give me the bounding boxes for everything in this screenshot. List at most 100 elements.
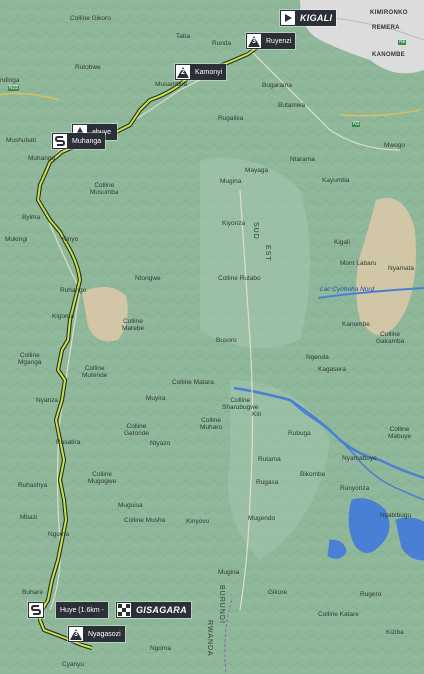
place-label: Colline Mutende xyxy=(82,365,108,379)
kom-category: 3 xyxy=(74,631,78,638)
place-label: Kagasera xyxy=(318,366,346,373)
region-label: EST xyxy=(264,245,271,262)
place-label: Colline Gakamba xyxy=(376,331,405,345)
finish-detail: Huye (1.6km - xyxy=(56,602,108,618)
kom-marker[interactable]: 2 Kamonyi xyxy=(175,64,227,80)
place-label: KANOMBE xyxy=(372,52,406,58)
place-label: Muyira xyxy=(146,395,166,402)
finish-label: GISAGARA xyxy=(136,605,187,615)
sprint-icon xyxy=(29,603,43,617)
start-marker[interactable]: KIGALI xyxy=(280,10,337,26)
water-label: Lac Cyohoha Nord xyxy=(320,286,375,293)
place-label: Mayaga xyxy=(245,167,269,174)
place-label: Runyonza xyxy=(340,485,370,492)
play-icon xyxy=(281,11,295,25)
place-label: Bikombe xyxy=(300,471,326,478)
place-label: Rugero xyxy=(360,591,382,598)
finish-marker[interactable]: GISAGARA xyxy=(116,602,191,618)
place-label: KIMIRONKO xyxy=(370,10,408,16)
place-label: Kiyonza xyxy=(222,220,246,227)
place-label: Kigali xyxy=(334,239,350,246)
kom-marker[interactable]: 3 Nyagasozi xyxy=(68,626,125,642)
place-label: Muhanga xyxy=(28,155,56,162)
place-label: Kiziba xyxy=(386,629,404,636)
kom-category: 3 xyxy=(252,38,256,45)
place-label: Byima xyxy=(22,214,41,221)
place-label: Colline Mabuye xyxy=(388,426,412,440)
place-label: Musambira xyxy=(155,81,188,88)
place-label: Taba xyxy=(176,33,191,40)
place-label: Kanombe xyxy=(342,321,370,328)
place-label: Kinyovu xyxy=(186,518,210,525)
place-label: Rusatira xyxy=(56,439,81,446)
place-label: Rugasa xyxy=(256,479,279,486)
place-label: REMERA xyxy=(372,25,400,31)
place-label: Mushubati xyxy=(6,137,36,144)
sprint-label: Muhanga xyxy=(72,137,102,145)
place-label: Ruhashya xyxy=(18,482,48,489)
place-label: Mukingi xyxy=(5,236,28,243)
place-label: Butamwa xyxy=(278,102,306,109)
region-label: SUD xyxy=(252,222,259,240)
place-label: Mbazi xyxy=(20,514,38,521)
sprint-marker[interactable]: Muhanga xyxy=(52,133,106,149)
place-label: Colline Musha xyxy=(124,517,166,524)
place-label: Buhare xyxy=(22,589,43,596)
place-label: Colline Muharo xyxy=(200,417,223,431)
place-label: Ntarama xyxy=(290,156,315,163)
place-label: Mwogo xyxy=(384,142,405,149)
start-label: KIGALI xyxy=(300,13,333,23)
kom-marker[interactable]: 3 Ruyenzi xyxy=(246,33,296,49)
terrain-base xyxy=(0,0,424,674)
place-label: Ruhango xyxy=(60,287,87,294)
kom-name: Nyagasozi xyxy=(88,630,121,638)
place-label: Runda xyxy=(212,40,232,47)
country-label: RWANDA xyxy=(206,620,213,657)
place-label: Colline Sharubugwe xyxy=(222,397,259,411)
finish-sprint-icon-badge[interactable] xyxy=(28,602,44,618)
place-label: Nyamabuye xyxy=(342,455,377,462)
place-label: ndinga xyxy=(0,77,20,84)
place-label: Kigoma xyxy=(52,313,75,320)
place-label: Ntongwe xyxy=(135,275,161,282)
place-label: Kinyo xyxy=(62,236,79,243)
place-label: Colline Matara xyxy=(172,379,214,386)
mountain-icon: 2 xyxy=(176,65,190,79)
place-label: Mugendo xyxy=(248,515,276,522)
place-label: Muguisa xyxy=(118,502,143,509)
place-label: Mugina xyxy=(218,569,240,576)
place-label: Colline Gikoro xyxy=(70,15,111,22)
country-label: BURUNDI xyxy=(218,585,225,624)
place-label: Colline Mugogwe xyxy=(88,471,117,485)
place-label: Ngenda xyxy=(306,354,329,361)
place-label: Ngoma xyxy=(150,645,171,652)
place-label: Colline Gatonde xyxy=(124,423,149,437)
checkered-flag-icon xyxy=(117,603,131,617)
place-label: Ntyazo xyxy=(150,440,171,447)
place-label: Bugarama xyxy=(262,82,292,89)
place-label: Nyanza xyxy=(36,397,59,404)
place-label: Nyabibugu xyxy=(380,512,412,519)
place-label: Kiri xyxy=(252,411,262,418)
place-label: Rutama xyxy=(258,456,281,463)
place-label: Kayumba xyxy=(322,177,350,184)
place-label: Colline Mganga xyxy=(18,352,42,366)
road-shield: N3 xyxy=(352,121,361,127)
place-label: Cyanyu xyxy=(62,661,85,668)
place-label: Rugalika xyxy=(218,115,244,122)
finish-detail-label: Huye (1.6km - xyxy=(60,606,104,614)
place-label: Busoro xyxy=(216,337,237,344)
mountain-icon: 3 xyxy=(69,627,83,641)
place-label: Nyamata xyxy=(388,265,415,272)
stage-map: Colline Gikoro KIMIRONKO REMERA KANOMBE … xyxy=(0,0,424,674)
road-shield: N6 xyxy=(398,39,407,45)
place-label: Colline Musumba xyxy=(90,182,119,196)
place-label: Mont Labaru xyxy=(340,260,377,267)
place-label: Colline Marebe xyxy=(122,318,145,332)
kom-name: Ruyenzi xyxy=(266,37,292,45)
sprint-icon xyxy=(53,134,67,148)
place-label: Colline Katare xyxy=(318,611,359,618)
mountain-icon: 3 xyxy=(247,34,261,48)
place-label: Ngoma xyxy=(48,531,69,538)
place-label: Colline Rutabo xyxy=(218,275,261,282)
